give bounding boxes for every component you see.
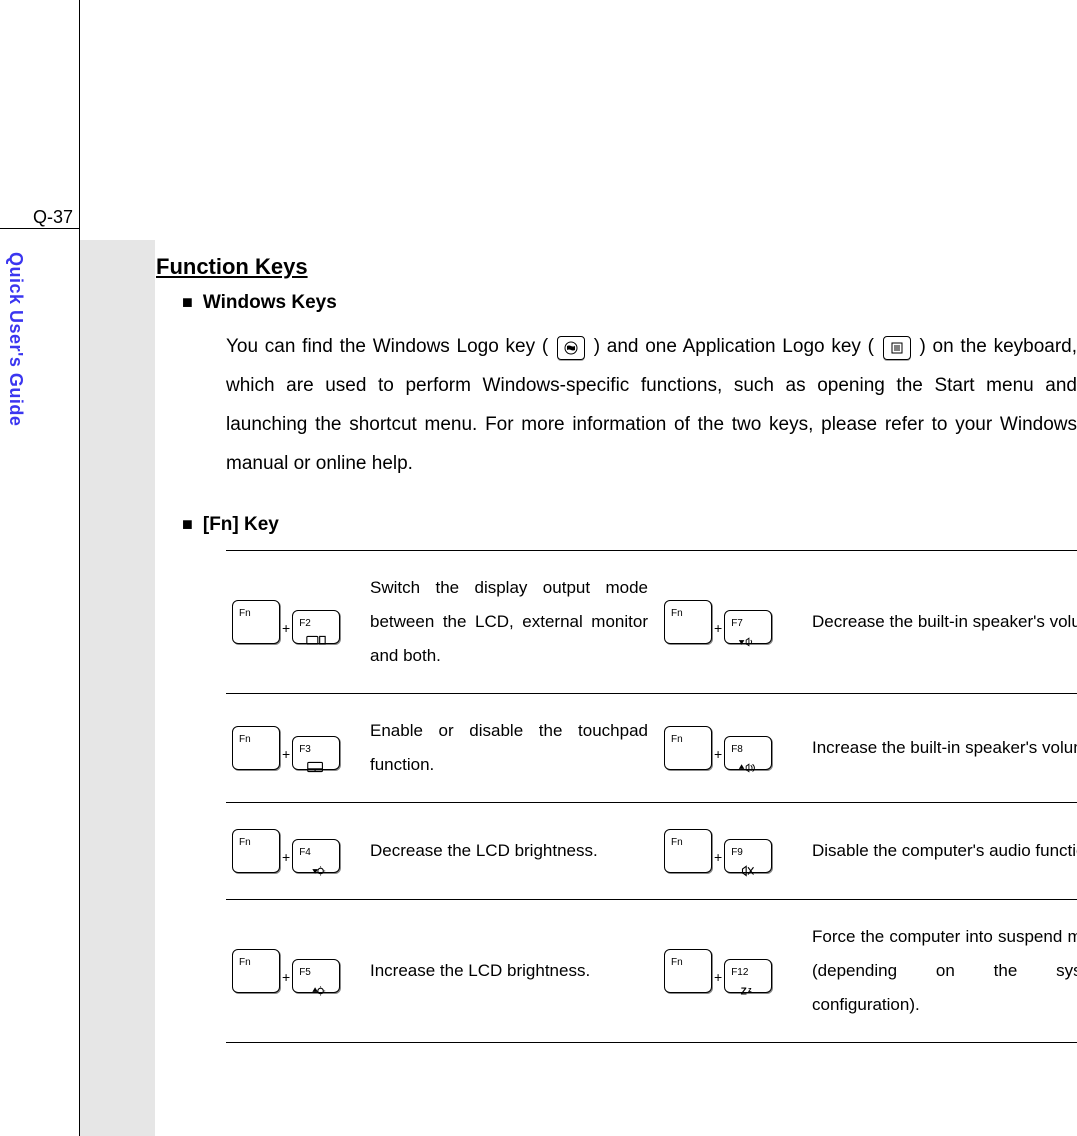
f-key: F2 (292, 610, 340, 644)
fn-key: Fn (664, 726, 712, 770)
table-row: Fn + F5 Increase the LCD brightness. Fn … (226, 899, 1077, 1042)
f-key: F9 (724, 839, 772, 873)
f-key: F3 (292, 736, 340, 770)
fn-description: Increase the built-in speaker's volume. (806, 693, 1077, 802)
plus-icon: + (714, 614, 722, 642)
fn-key: Fn (664, 829, 712, 873)
key-label: Fn (671, 833, 705, 853)
fn-description: Decrease the built-in speaker's volume. (806, 550, 1077, 693)
bullet-icon: ■ (182, 292, 193, 312)
plus-icon: + (282, 740, 290, 768)
f-key: F12 (724, 959, 772, 993)
fn-description: Decrease the LCD brightness. (364, 802, 654, 899)
fn-description: Disable the computer's audio function. (806, 802, 1077, 899)
fn-key: Fn (232, 949, 280, 993)
fn-key: Fn (232, 726, 280, 770)
windows-keys-paragraph: You can find the Windows Logo key ( ) an… (226, 328, 1077, 484)
key-combo: Fn + F4 (232, 829, 358, 873)
f-key: F8 (724, 736, 772, 770)
subsection-fn-title: ■[Fn] Key (182, 514, 1077, 536)
key-label: Fn (671, 604, 705, 624)
fn-description: Force the computer into suspend mode (de… (806, 899, 1077, 1042)
plus-icon: + (282, 963, 290, 991)
f-key: F4 (292, 839, 340, 873)
page-number: Q-37 (0, 207, 73, 228)
key-combo: Fn + F7 (664, 600, 800, 644)
page-number-divider (0, 228, 79, 229)
key-label: F2 (299, 614, 333, 634)
plus-icon: + (282, 614, 290, 642)
f-key: F5 (292, 959, 340, 993)
key-label: F7 (731, 614, 765, 634)
windows-logo-key-icon (557, 336, 585, 360)
key-combo: Fn + F8 (664, 726, 800, 770)
sleep-icon (731, 983, 765, 997)
key-label: F12 (731, 963, 765, 983)
section-title: Function Keys (156, 254, 1077, 280)
fn-key: Fn (232, 829, 280, 873)
fn-key-table: Fn + F2 Switch the display output mode b… (226, 550, 1077, 1043)
fn-key: Fn (232, 600, 280, 644)
vol-down-icon (731, 634, 765, 648)
key-combo: Fn + F9 (664, 829, 800, 873)
side-gray-rail (80, 240, 155, 1136)
touchpad-icon (299, 760, 333, 774)
plus-icon: + (714, 843, 722, 871)
key-label: Fn (239, 833, 273, 853)
key-combo: Fn + F2 (232, 600, 358, 644)
key-label: F8 (731, 740, 765, 760)
key-label: Fn (239, 953, 273, 973)
table-row: Fn + F2 Switch the display output mode b… (226, 550, 1077, 693)
fn-key: Fn (664, 600, 712, 644)
key-label: F3 (299, 740, 333, 760)
key-label: F9 (731, 843, 765, 863)
f-key: F7 (724, 610, 772, 644)
mute-icon (731, 863, 765, 877)
fn-description: Increase the LCD brightness. (364, 899, 654, 1042)
key-label: Fn (671, 730, 705, 750)
side-tab-label: Quick User's Guide (5, 252, 26, 426)
plus-icon: + (714, 740, 722, 768)
key-label: Fn (239, 604, 273, 624)
plus-icon: + (282, 843, 290, 871)
table-row: Fn + F4 Decrease the LCD brightness. Fn … (226, 802, 1077, 899)
bright-down-icon (299, 863, 333, 877)
table-row: Fn + F3 Enable or disable the touchpad f… (226, 693, 1077, 802)
bullet-icon: ■ (182, 514, 193, 534)
key-label: Fn (239, 730, 273, 750)
key-label: F4 (299, 843, 333, 863)
key-combo: Fn + F3 (232, 726, 358, 770)
application-menu-key-icon (883, 336, 911, 360)
key-label: Fn (671, 953, 705, 973)
key-label: F5 (299, 963, 333, 983)
fn-description: Switch the display output mode between t… (364, 550, 654, 693)
display-icon (299, 634, 333, 648)
fn-description: Enable or disable the touchpad function. (364, 693, 654, 802)
bright-up-icon (299, 983, 333, 997)
fn-key: Fn (664, 949, 712, 993)
subsection-windows-title: ■Windows Keys (182, 292, 1077, 314)
plus-icon: + (714, 963, 722, 991)
key-combo: Fn + F12 (664, 949, 800, 993)
vol-up-icon (731, 760, 765, 774)
key-combo: Fn + F5 (232, 949, 358, 993)
